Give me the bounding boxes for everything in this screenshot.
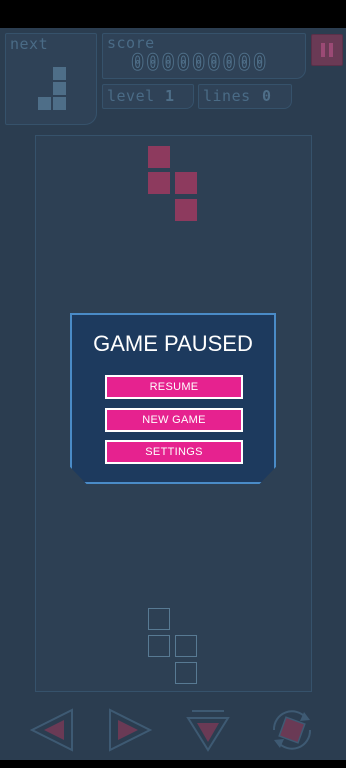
next-label: next [10, 35, 49, 53]
score-panel: score 000000000 [102, 33, 306, 79]
falling-piece-block [175, 172, 197, 194]
ghost-piece-block [148, 608, 170, 630]
next-piece-block [53, 67, 66, 80]
move-left-button[interactable] [28, 706, 76, 754]
next-piece-block [53, 97, 66, 110]
score-label: score [107, 34, 155, 52]
lines-panel: lines 0 [198, 84, 292, 109]
nav-bar [0, 760, 346, 768]
pause-button[interactable] [311, 34, 343, 66]
next-piece-block [38, 97, 51, 110]
ghost-piece-block [175, 662, 197, 684]
falling-piece-block [175, 199, 197, 221]
falling-piece-block [148, 172, 170, 194]
level-label: level [107, 87, 155, 105]
dialog-title: GAME PAUSED [93, 331, 253, 356]
score-value: 000000000 [130, 51, 269, 77]
level-panel: level 1 [102, 84, 194, 109]
move-left-icon [29, 708, 73, 752]
ghost-piece-block [175, 635, 197, 657]
lines-value: 0 [262, 87, 272, 105]
ghost-piece-block [148, 635, 170, 657]
pause-dialog: GAME PAUSED RESUME NEW GAME SETTINGS [70, 313, 276, 484]
rotate-button[interactable] [266, 706, 314, 754]
new-game-button[interactable]: NEW GAME [105, 408, 243, 432]
settings-button[interactable]: SETTINGS [105, 440, 243, 464]
level-value: 1 [165, 87, 175, 105]
drop-icon [186, 710, 230, 752]
drop-button[interactable] [184, 706, 232, 754]
lines-label: lines [203, 87, 251, 105]
move-right-button[interactable] [106, 706, 154, 754]
status-bar [0, 0, 346, 28]
rotate-icon [272, 710, 312, 750]
next-piece-block [53, 82, 66, 95]
resume-button[interactable]: RESUME [105, 375, 243, 399]
move-right-icon [109, 708, 153, 752]
next-piece-panel: next [5, 33, 97, 125]
falling-piece-block [148, 146, 170, 168]
